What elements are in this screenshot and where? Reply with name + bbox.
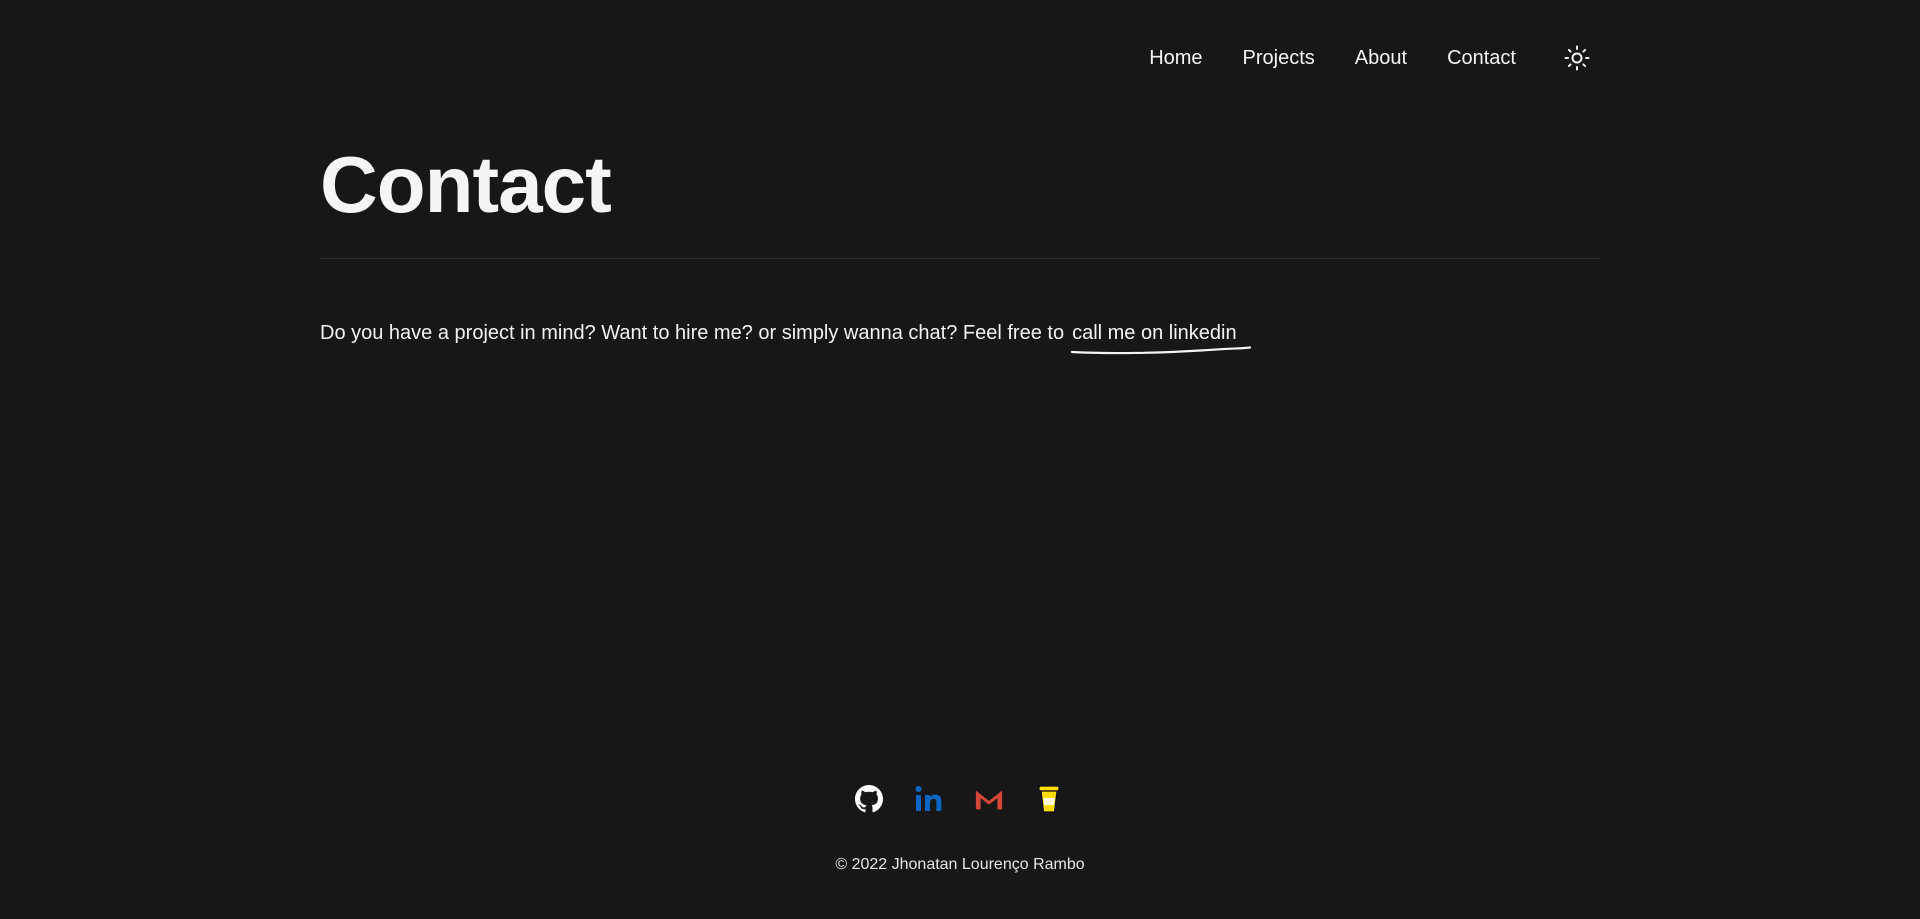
intro-text: Do you have a project in mind? Want to h… <box>320 322 1065 344</box>
github-link[interactable] <box>854 784 884 814</box>
hand-drawn-underline <box>1070 346 1252 355</box>
nav-link-projects[interactable]: Projects <box>1243 40 1315 76</box>
footer-copyright: © 2022 Jhonatan Lourenço Rambo <box>835 856 1085 873</box>
contact-intro: Do you have a project in mind? Want to h… <box>320 319 1600 355</box>
buy-me-a-coffee-link[interactable] <box>1034 784 1064 814</box>
social-links <box>0 784 1919 814</box>
coffee-cup-icon <box>1038 785 1060 813</box>
theme-toggle-button[interactable] <box>1562 43 1592 73</box>
linkedin-link-wrapper: call me on linkedin <box>1070 319 1252 355</box>
nav-link-home[interactable]: Home <box>1149 40 1202 76</box>
sun-icon <box>1564 45 1590 71</box>
page: Home Projects About Contact Contact Do y… <box>0 0 1920 919</box>
nav-link-about[interactable]: About <box>1355 40 1407 76</box>
github-icon <box>855 785 883 813</box>
gmail-link[interactable] <box>974 784 1004 814</box>
gmail-icon <box>975 790 1003 810</box>
page-title: Contact <box>320 140 612 229</box>
nav-link-contact[interactable]: Contact <box>1447 40 1516 76</box>
linkedin-icon <box>915 786 942 811</box>
linkedin-contact-link[interactable]: call me on linkedin <box>1072 322 1237 344</box>
title-divider <box>320 258 1600 259</box>
linkedin-link[interactable] <box>914 784 944 814</box>
main-content: Contact Do you have a project in mind? W… <box>320 130 1600 367</box>
top-nav: Home Projects About Contact <box>1149 40 1592 76</box>
